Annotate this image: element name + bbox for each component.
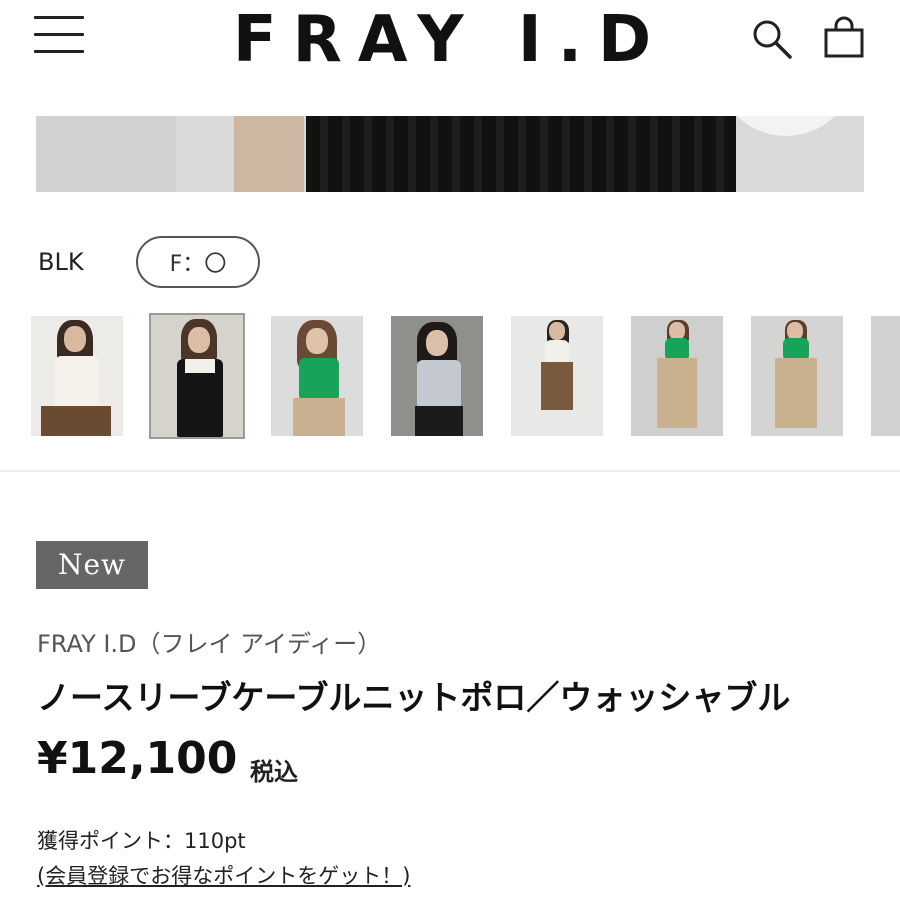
color-label: BLK xyxy=(38,248,84,276)
brand-logo[interactable]: FRAY I.D xyxy=(210,0,690,80)
section-divider xyxy=(0,470,900,472)
product-title: ノースリーブケーブルニットポロ／ウォッシャブル xyxy=(37,678,791,717)
thumbnail-item[interactable] xyxy=(751,316,843,436)
site-header: FRAY I.D xyxy=(0,0,900,90)
product-price: ¥12,100 xyxy=(37,733,238,784)
earned-points: 獲得ポイント：110pt xyxy=(37,829,246,853)
thumbnail-item-selected[interactable] xyxy=(149,313,245,439)
search-icon[interactable] xyxy=(750,16,794,60)
product-main-image[interactable] xyxy=(36,116,864,192)
thumbnail-item-partial[interactable] xyxy=(871,316,900,436)
size-option-chip[interactable]: F：〇 xyxy=(136,236,260,288)
shopping-bag-icon[interactable] xyxy=(822,16,866,60)
thumbnail-item[interactable] xyxy=(631,316,723,436)
tax-label: 税込 xyxy=(250,758,298,786)
member-registration-link[interactable]: (会員登録でお得なポイントをゲット！) xyxy=(37,860,410,890)
image-overlay-circle xyxy=(716,116,856,136)
new-badge: New xyxy=(36,541,148,589)
thumbnail-item[interactable] xyxy=(271,316,363,436)
thumbnail-carousel[interactable] xyxy=(0,313,900,439)
thumbnail-item[interactable] xyxy=(31,316,123,436)
thumbnail-item[interactable] xyxy=(391,316,483,436)
brand-name[interactable]: FRAY I.D（フレイ アイディー） xyxy=(37,624,381,659)
hamburger-menu-icon[interactable] xyxy=(34,15,86,55)
thumbnail-item[interactable] xyxy=(511,316,603,436)
